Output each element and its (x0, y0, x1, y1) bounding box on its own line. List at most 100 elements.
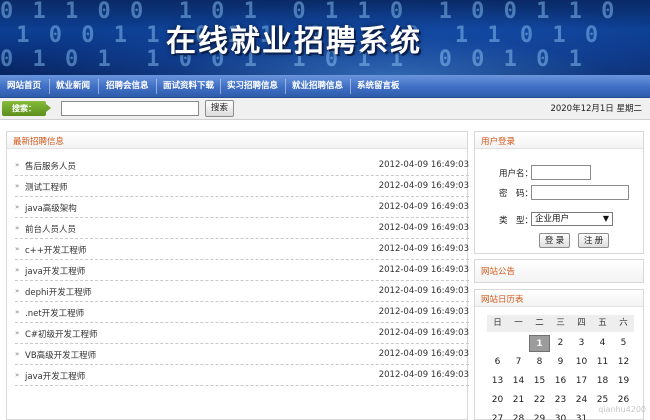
nav-item-jobs[interactable]: 就业招聘信息 (292, 75, 343, 98)
calendar-day[interactable]: 5 (613, 335, 634, 352)
job-title-link[interactable]: 售后服务人员 (25, 160, 76, 172)
nav-item-guestbook[interactable]: 系统留言板 (357, 75, 400, 98)
calendar-day[interactable]: 7 (508, 354, 529, 371)
job-row[interactable]: » java开发工程师 2012-04-09 16:49:03 (15, 365, 469, 386)
notice-panel: 网站公告 (474, 259, 644, 283)
calendar-day[interactable]: 23 (550, 392, 571, 409)
job-post-time: 2012-04-09 16:49:03 (378, 160, 469, 170)
calendar-day[interactable]: 9 (550, 354, 571, 371)
job-post-time: 2012-04-09 16:49:03 (378, 328, 469, 338)
notice-title: 网站公告 (481, 267, 516, 277)
calendar-day[interactable]: 2 (550, 335, 571, 352)
username-input[interactable] (531, 165, 591, 180)
job-row[interactable]: » dephi开发工程师 2012-04-09 16:49:03 (15, 281, 469, 302)
calendar-day[interactable]: 4 (592, 335, 613, 352)
job-post-time: 2012-04-09 16:49:03 (378, 286, 469, 296)
nav-separator (49, 79, 50, 94)
calendar-day[interactable]: 14 (508, 373, 529, 390)
password-label: 密 码： (499, 189, 534, 199)
nav-item-jobfair[interactable]: 招聘会信息 (106, 75, 149, 98)
calendar-day[interactable]: 18 (592, 373, 613, 390)
bullet-icon: » (15, 182, 20, 190)
calendar-day[interactable]: 20 (487, 392, 508, 409)
calendar-day[interactable]: 12 (613, 354, 634, 371)
job-post-time: 2012-04-09 16:49:03 (378, 223, 469, 233)
calendar-day[interactable]: 17 (571, 373, 592, 390)
login-title: 用户登录 (481, 137, 516, 147)
job-row[interactable]: » 售后服务人员 2012-04-09 16:49:03 (15, 155, 469, 176)
job-row[interactable]: » c++开发工程师 2012-04-09 16:49:03 (15, 239, 469, 260)
job-row[interactable]: » VB高级开发工程师 2012-04-09 16:49:03 (15, 344, 469, 365)
calendar-day[interactable]: 27 (487, 411, 508, 420)
bullet-icon: » (15, 245, 20, 253)
search-input[interactable] (61, 101, 199, 116)
job-row[interactable]: » 测试工程师 2012-04-09 16:49:03 (15, 176, 469, 197)
calendar-day-today[interactable]: 1 (529, 335, 550, 352)
login-header: 用户登录 (475, 132, 643, 149)
job-title-link[interactable]: .net开发工程师 (25, 307, 84, 319)
bullet-icon: » (15, 329, 20, 337)
job-title-link[interactable]: VB高级开发工程师 (25, 349, 96, 361)
nav-item-internship[interactable]: 实习招聘信息 (227, 75, 278, 98)
job-row[interactable]: » .net开发工程师 2012-04-09 16:49:03 (15, 302, 469, 323)
header-banner: 0 1 1 0 0 1 0 1 0 1 1 0 1 0 0 1 1 0 1 0 … (0, 0, 650, 75)
register-button[interactable]: 注 册 (578, 233, 609, 248)
calendar-weekday: 四 (571, 315, 592, 332)
job-title-link[interactable]: 测试工程师 (25, 181, 68, 193)
job-title-link[interactable]: 前台人员人员 (25, 223, 76, 235)
login-button[interactable]: 登 录 (539, 233, 570, 248)
calendar-day[interactable]: 6 (487, 354, 508, 371)
job-post-time: 2012-04-09 16:49:03 (378, 349, 469, 359)
dropdown-arrow-icon: ▼ (602, 214, 609, 223)
password-input[interactable] (531, 185, 629, 200)
job-row[interactable]: » java高级架构 2012-04-09 16:49:03 (15, 197, 469, 218)
nav-separator (156, 79, 157, 94)
calendar-weekday: 二 (529, 315, 550, 332)
bullet-icon: » (15, 350, 20, 358)
bullet-icon: » (15, 224, 20, 232)
calendar-day[interactable]: 21 (508, 392, 529, 409)
job-post-time: 2012-04-09 16:49:03 (378, 265, 469, 275)
calendar-day[interactable]: 31 (571, 411, 592, 420)
calendar-day[interactable]: 29 (529, 411, 550, 420)
job-row[interactable]: » java开发工程师 2012-04-09 16:49:03 (15, 260, 469, 281)
nav-separator (98, 79, 99, 94)
latest-jobs-header: 最新招聘信息 (7, 132, 467, 149)
job-title-link[interactable]: java开发工程师 (25, 265, 85, 277)
calendar-day[interactable]: 28 (508, 411, 529, 420)
calendar-day[interactable]: 13 (487, 373, 508, 390)
site-title: 在线就业招聘系统 (166, 24, 422, 59)
search-button[interactable]: 搜索 (205, 100, 234, 117)
nav-item-home[interactable]: 网站首页 (7, 75, 41, 98)
latest-jobs-title: 最新招聘信息 (13, 137, 65, 147)
calendar-day[interactable]: 30 (550, 411, 571, 420)
job-post-time: 2012-04-09 16:49:03 (378, 202, 469, 212)
job-post-time: 2012-04-09 16:49:03 (378, 244, 469, 254)
job-post-time: 2012-04-09 16:49:03 (378, 370, 469, 380)
login-panel: 用户登录 用户名： 密 码： 类 型： 企业用户 ▼ 登 录 注 册 (474, 131, 644, 254)
calendar-day[interactable]: 19 (613, 373, 634, 390)
calendar-day[interactable]: 15 (529, 373, 550, 390)
calendar-weekday: 日 (487, 315, 508, 332)
bullet-icon: » (15, 308, 20, 316)
nav-separator (220, 79, 221, 94)
search-bar: 搜索： 搜索 2020年12月1日 星期二 (0, 98, 650, 120)
job-title-link[interactable]: dephi开发工程师 (25, 286, 91, 298)
nav-item-downloads[interactable]: 面试资料下载 (163, 75, 214, 98)
job-title-link[interactable]: c++开发工程师 (25, 244, 86, 256)
calendar-day[interactable]: 10 (571, 354, 592, 371)
calendar-day[interactable]: 22 (529, 392, 550, 409)
nav-item-news[interactable]: 就业新闻 (56, 75, 90, 98)
calendar-day[interactable]: 3 (571, 335, 592, 352)
calendar-day[interactable]: 24 (571, 392, 592, 409)
job-row[interactable]: » C#初级开发工程师 2012-04-09 16:49:03 (15, 323, 469, 344)
job-title-link[interactable]: java开发工程师 (25, 370, 85, 382)
calendar-day[interactable]: 8 (529, 354, 550, 371)
job-title-link[interactable]: C#初级开发工程师 (25, 328, 98, 340)
job-title-link[interactable]: java高级架构 (25, 202, 77, 214)
user-type-select[interactable]: 企业用户 ▼ (531, 212, 613, 226)
watermark: qianhu4200 (598, 405, 646, 414)
job-row[interactable]: » 前台人员人员 2012-04-09 16:49:03 (15, 218, 469, 239)
calendar-day[interactable]: 11 (592, 354, 613, 371)
calendar-day[interactable]: 16 (550, 373, 571, 390)
